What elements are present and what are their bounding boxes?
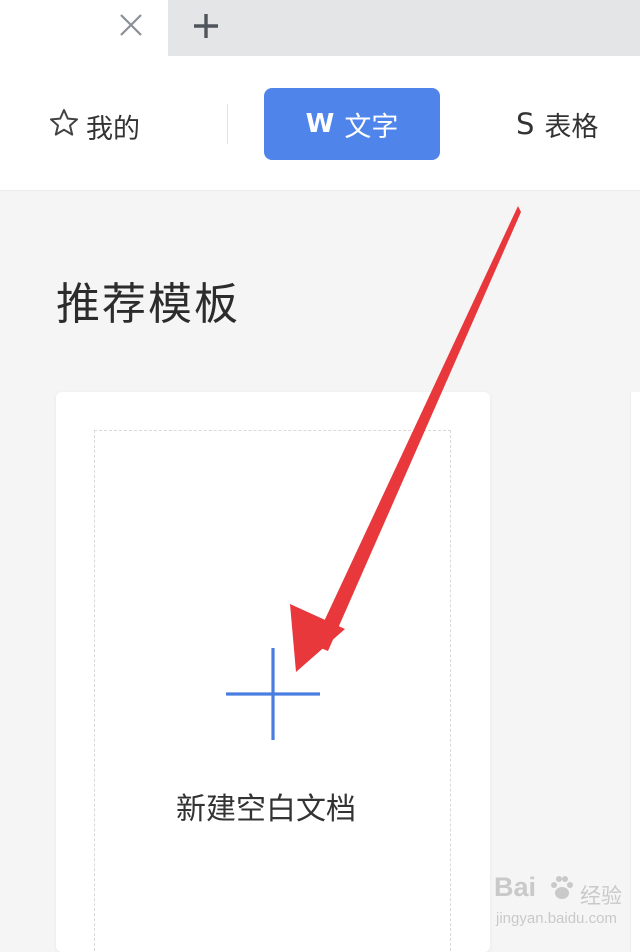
category-mine-label: 我的: [86, 113, 140, 145]
section-title: 推荐模板: [56, 279, 240, 330]
category-sheet-label: 表格: [544, 111, 599, 143]
category-mine[interactable]: 我的: [48, 107, 140, 146]
tab-strip: [0, 0, 640, 56]
watermark-url: jingyan.baidu.com: [496, 910, 617, 927]
sheet-icon: S: [516, 107, 535, 141]
category-divider: [227, 104, 228, 144]
category-writer-label: 文字: [344, 111, 399, 143]
current-tab[interactable]: [0, 0, 168, 56]
category-writer[interactable]: W 文字: [264, 88, 440, 160]
baidu-jingyan-watermark: Bai 经验 jingyan.baidu.com: [468, 868, 636, 934]
watermark-logo: Bai: [494, 872, 537, 902]
paw-icon: [551, 876, 573, 899]
close-icon[interactable]: [116, 10, 146, 40]
plus-icon[interactable]: [226, 648, 320, 740]
star-icon: [48, 107, 80, 146]
writer-icon: W: [305, 109, 335, 139]
new-blank-document-label[interactable]: 新建空白文档: [176, 784, 356, 828]
category-sheet[interactable]: S 表格: [516, 106, 599, 143]
watermark-cn: 经验: [580, 884, 622, 908]
tab-bar-empty-area: [168, 0, 640, 56]
new-tab-button[interactable]: [188, 8, 224, 44]
plus-icon: [194, 14, 218, 38]
